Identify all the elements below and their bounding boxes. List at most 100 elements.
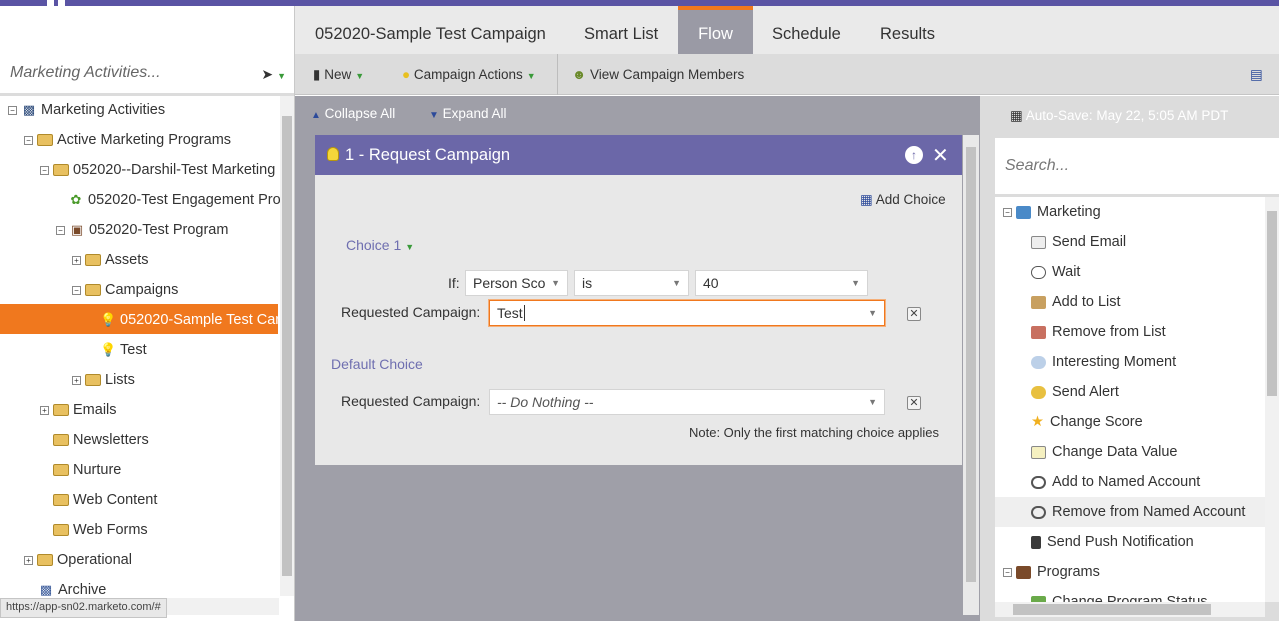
tab-schedule[interactable]: Schedule	[772, 6, 841, 54]
send-alert-icon	[1031, 385, 1046, 399]
condition-value-select[interactable]: 40 ▼	[695, 270, 868, 296]
view-campaign-members-button[interactable]: ☻ View Campaign Members	[572, 54, 744, 95]
flow-action-interesting-moment[interactable]: Interesting Moment	[1031, 347, 1176, 377]
delete-default-choice-icon[interactable]: ✕	[907, 396, 921, 410]
folder-icon	[53, 524, 69, 537]
campaign-toolbar: ▮ New ▼ ● Campaign Actions ▼ ☻ View Campai…	[295, 54, 1279, 95]
chevron-down-icon: ▼	[868, 397, 877, 407]
flow-action-change-program-status[interactable]: Change Program Status	[1031, 587, 1208, 602]
collapse-icon[interactable]: −	[1003, 567, 1012, 577]
folder-icon	[85, 254, 101, 267]
add-choice-button[interactable]: ▦ Add Choice	[860, 192, 946, 208]
choice-menu-arrow-icon[interactable]: ▼	[405, 242, 414, 252]
flow-actions-list: − Marketing Send Email Wait Add to List R…	[995, 197, 1265, 602]
engagement-program-icon: ✿	[70, 192, 82, 208]
tree-item-web-forms[interactable]: Web Forms	[53, 516, 148, 544]
expand-all-icon: ▼	[429, 110, 439, 121]
tree-item-sample-test-campaign[interactable]: 💡 052020-Sample Test Car	[100, 306, 280, 334]
expand-icon[interactable]: +	[72, 375, 81, 385]
tab-campaign-name[interactable]: 052020-Sample Test Campaign	[315, 6, 546, 54]
campaign-tabs: 052020-Sample Test Campaign Smart List F…	[295, 6, 1279, 54]
tree-item-campaigns[interactable]: − Campaigns	[72, 276, 178, 304]
close-step-icon[interactable]: ✕	[932, 143, 949, 168]
tree-item-web-content[interactable]: Web Content	[53, 486, 157, 514]
flow-actions-horizontal-scrollbar[interactable]	[995, 602, 1265, 617]
tab-results[interactable]: Results	[880, 6, 935, 54]
flow-action-send-alert[interactable]: Send Alert	[1031, 377, 1119, 407]
delete-choice-icon[interactable]: ✕	[907, 307, 921, 321]
tree-item-emails[interactable]: + Emails	[40, 396, 117, 424]
tree-item-newsletters[interactable]: Newsletters	[53, 426, 149, 454]
flow-action-change-data-value[interactable]: Change Data Value	[1031, 437, 1178, 467]
expand-icon[interactable]: +	[72, 255, 81, 265]
tree-item-darshil-test-marketing[interactable]: −052020--Darshil-Test Marketing	[40, 156, 275, 184]
collapse-icon[interactable]: −	[24, 135, 33, 145]
interesting-moment-icon	[1031, 355, 1046, 369]
flow-actions-vertical-scrollbar[interactable]	[1265, 197, 1279, 602]
tree-item-test-program[interactable]: − ▣ 052020-Test Program	[56, 216, 228, 244]
left-tree-vertical-scrollbar[interactable]	[280, 96, 294, 596]
programs-group-icon	[1016, 565, 1031, 579]
collapse-all-icon: ▲	[311, 110, 321, 121]
window-toggle-icon[interactable]: ▤	[1250, 54, 1263, 95]
expand-icon[interactable]: +	[40, 405, 49, 415]
tree-item-lists[interactable]: + Lists	[72, 366, 135, 394]
filter-icon[interactable]: ➤ ▼	[261, 66, 286, 83]
canvas-vertical-scrollbar[interactable]	[963, 135, 979, 615]
flow-group-marketing[interactable]: − Marketing	[1003, 197, 1101, 227]
flow-step-request-campaign: 1 - Request Campaign ↑ ✕ ▦ Add Choice Ch…	[315, 135, 962, 465]
condition-field-select[interactable]: Person Sco ▼	[465, 270, 568, 296]
left-search-bar[interactable]: Marketing Activities... ➤ ▼	[0, 54, 294, 94]
tab-flow[interactable]: Flow	[678, 6, 753, 54]
flow-action-add-to-list[interactable]: Add to List	[1031, 287, 1121, 317]
flow-actions-search[interactable]: Search...	[995, 138, 1279, 194]
send-email-icon	[1031, 235, 1046, 249]
collapse-icon[interactable]: −	[56, 225, 65, 235]
tree-item-assets[interactable]: + Assets	[72, 246, 149, 274]
flow-step-header[interactable]: 1 - Request Campaign ↑ ✕	[315, 135, 962, 175]
flow-action-remove-from-named-account[interactable]: Remove from Named Account	[1031, 497, 1245, 527]
push-notification-icon	[1031, 535, 1041, 549]
folder-icon	[37, 554, 53, 567]
tab-smart-list[interactable]: Smart List	[584, 6, 658, 54]
collapse-all-button[interactable]: ▲ Collapse All	[311, 106, 395, 121]
tree-item-test[interactable]: 💡 Test	[100, 336, 147, 364]
flow-action-add-to-named-account[interactable]: Add to Named Account	[1031, 467, 1200, 497]
move-up-icon[interactable]: ↑	[905, 146, 923, 164]
collapse-icon[interactable]: −	[72, 285, 81, 295]
default-requested-campaign-select[interactable]: -- Do Nothing -- ▼	[489, 389, 885, 415]
tree-item-nurture[interactable]: Nurture	[53, 456, 121, 484]
folder-icon	[85, 374, 101, 387]
expand-icon[interactable]: +	[24, 555, 33, 565]
flow-actions-search-input[interactable]: Search...	[1005, 157, 1069, 175]
chevron-down-icon: ▼	[672, 278, 681, 288]
collapse-icon[interactable]: −	[8, 105, 17, 115]
new-button[interactable]: ▮ New ▼	[313, 54, 364, 95]
flow-action-change-score[interactable]: ★ Change Score	[1031, 407, 1143, 437]
dropdown-arrow-icon: ▼	[355, 71, 365, 81]
flow-action-remove-from-list[interactable]: Remove from List	[1031, 317, 1166, 347]
flow-group-programs[interactable]: − Programs	[1003, 557, 1100, 587]
expand-all-button[interactable]: ▼ Expand All	[429, 106, 506, 121]
autosave-status: ▦ Auto-Save: May 22, 5:05 AM PDT	[1010, 108, 1229, 123]
tree-item-test-engagement-program[interactable]: ✿ 052020-Test Engagement Pro	[68, 186, 281, 214]
campaign-actions-button[interactable]: ● Campaign Actions ▼	[402, 54, 536, 95]
add-named-account-icon	[1031, 475, 1046, 489]
flow-action-send-email[interactable]: Send Email	[1031, 227, 1126, 257]
left-search-input[interactable]: Marketing Activities...	[10, 64, 161, 82]
requested-campaign-input[interactable]: Test ▼	[489, 300, 885, 326]
choice-1-label[interactable]: Choice 1 ▼	[346, 237, 414, 253]
star-icon: ★	[1031, 414, 1044, 430]
folder-icon	[53, 464, 69, 477]
tree-item-active-marketing-programs[interactable]: − Active Marketing Programs	[24, 126, 231, 154]
flow-action-wait[interactable]: Wait	[1031, 257, 1080, 287]
flow-action-send-push-notification[interactable]: Send Push Notification	[1031, 527, 1194, 557]
tree-item-marketing-activities[interactable]: − ▩ Marketing Activities	[8, 96, 165, 124]
bulb-icon	[327, 147, 339, 161]
condition-operator-select[interactable]: is ▼	[574, 270, 689, 296]
requested-campaign-label: Requested Campaign:	[341, 304, 481, 320]
change-data-value-icon	[1031, 445, 1046, 459]
collapse-icon[interactable]: −	[40, 165, 49, 175]
tree-item-operational[interactable]: + Operational	[24, 546, 132, 574]
collapse-icon[interactable]: −	[1003, 207, 1012, 217]
